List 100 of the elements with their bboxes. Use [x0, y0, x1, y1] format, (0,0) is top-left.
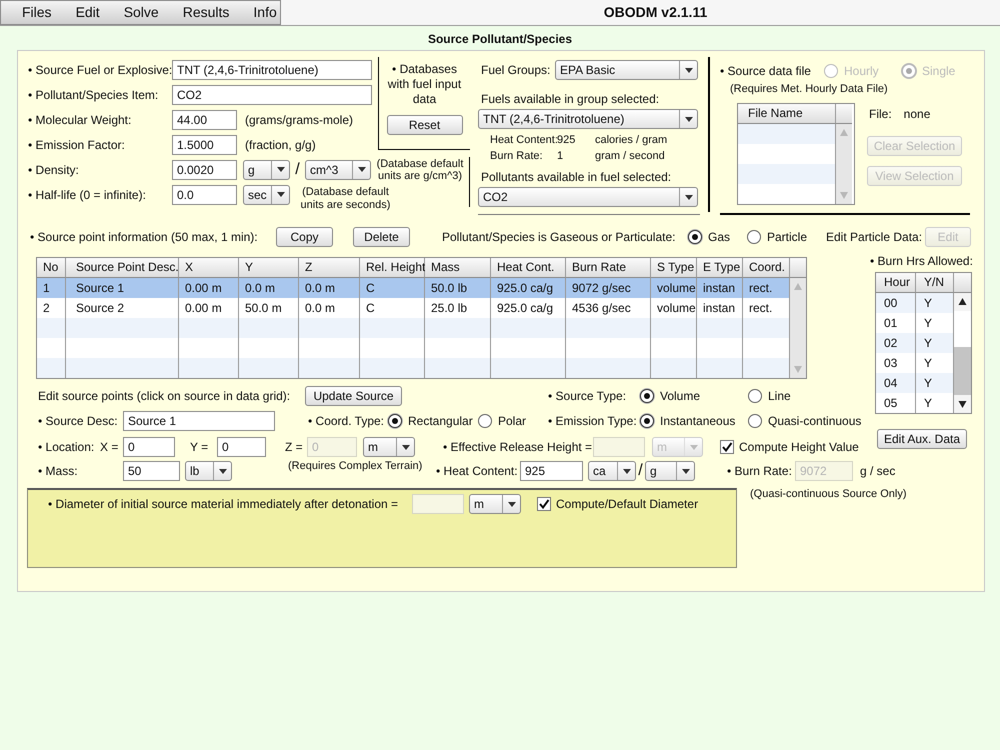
menu-item[interactable]: Solve	[124, 1, 159, 24]
field-label: Fuels available in group selected:	[480, 92, 660, 107]
dropdown[interactable]: TNT (2,4,6-Trinitrotoluene)	[478, 109, 698, 129]
column-header[interactable]: Mass	[425, 258, 491, 278]
info-value: 925	[557, 134, 576, 146]
hint-text: (Quasi-continuous Source Only)	[750, 488, 907, 500]
input-field[interactable]: Source 1	[123, 411, 275, 431]
scrollbar[interactable]	[954, 293, 971, 413]
radio-button[interactable]: Volume	[640, 389, 700, 403]
radio-button[interactable]: Particle	[747, 230, 808, 244]
menu-item[interactable]: Files	[22, 1, 52, 24]
table-row[interactable]: 1 Source 1 0.00 m 0.0 m 0.0 m C 50.0 lb 925.0 ca/g 9072 g/sec volume instan rect.	[37, 278, 790, 298]
table-row[interactable]: 00 Y	[876, 293, 954, 313]
caret-icon	[690, 444, 698, 450]
field-label: Z =	[285, 440, 304, 454]
slash-separator: /	[294, 160, 301, 178]
field-label: File:	[869, 107, 892, 121]
input-field[interactable]: 50	[123, 461, 180, 481]
column-header[interactable]: Hour	[876, 273, 916, 293]
column-header[interactable]: Y	[239, 258, 299, 278]
file-value: none	[904, 107, 930, 121]
caret-icon	[684, 68, 692, 72]
field-label: • Mass:	[38, 464, 79, 478]
input-field[interactable]: 1.5000	[172, 134, 237, 154]
button[interactable]: Edit Aux. Data	[877, 429, 967, 449]
radio-button[interactable]: Quasi-continuous	[748, 414, 862, 428]
radio-button[interactable]: Instantaneous	[640, 414, 736, 428]
field-label: • Heat Content:	[436, 464, 519, 478]
dropdown[interactable]: sec	[243, 184, 290, 204]
unit-note: (fraction, g/g)	[245, 138, 316, 152]
field-label: • Burn Rate:	[727, 464, 793, 478]
dropdown[interactable]: EPA Basic	[555, 60, 698, 80]
input-field[interactable]: 0	[123, 437, 175, 457]
units-note: (Database default units are g/cm^3)	[376, 158, 464, 182]
scrollbar[interactable]	[790, 278, 806, 378]
column-header[interactable]: Z	[299, 258, 360, 278]
column-header[interactable]: E Type	[697, 258, 743, 278]
dropdown[interactable]: g	[243, 160, 290, 180]
field-label: • Location:	[38, 440, 96, 454]
dropdown[interactable]: g	[645, 461, 695, 481]
field-label: • Effective Release Height =	[443, 440, 593, 454]
button[interactable]: Reset	[386, 115, 462, 135]
caret-icon	[682, 468, 690, 474]
radio-button[interactable]: Line	[748, 389, 791, 403]
button[interactable]: Copy	[276, 227, 333, 247]
field-label: • Molecular Weight:	[28, 112, 132, 126]
dropdown[interactable]: lb	[185, 461, 232, 481]
menu-item[interactable]: Info	[253, 1, 277, 24]
field-label: • Source data file	[720, 64, 812, 78]
column-header[interactable]: X	[179, 258, 239, 278]
input-field[interactable]: CO2	[172, 84, 372, 104]
caret-icon	[276, 192, 284, 197]
dropdown[interactable]: cm^3	[305, 160, 371, 180]
dropdown[interactable]: ca	[588, 461, 636, 481]
menu-item[interactable]: Edit	[76, 1, 100, 24]
dropdown[interactable]: m	[363, 437, 415, 457]
hint-text: (Requires Met. Hourly Data File)	[729, 82, 889, 96]
section-label: • Burn Hrs Allowed:	[870, 254, 973, 268]
scrollbar[interactable]	[836, 124, 852, 204]
radio-button[interactable]: Rectangular	[388, 414, 473, 428]
radio-button[interactable]: Gas	[688, 230, 730, 244]
column-header[interactable]: No	[37, 258, 66, 278]
caret-icon	[218, 468, 226, 474]
column-header[interactable]: File Name	[738, 104, 836, 124]
input-field[interactable]: 0.0	[172, 184, 237, 204]
info-unit: gram / second	[595, 150, 665, 162]
input-field[interactable]: 0.0020	[172, 160, 237, 180]
caret-icon	[508, 502, 516, 506]
column-header[interactable]: Heat Cont.	[491, 258, 566, 278]
caret-icon	[276, 167, 284, 172]
menu-item[interactable]: Results	[182, 1, 230, 24]
button[interactable]: Update Source	[305, 386, 402, 406]
info-unit: calories / gram	[595, 134, 668, 146]
table-row[interactable]: 02 Y	[876, 333, 954, 353]
input-field[interactable]: 925	[520, 461, 583, 481]
units-note: (Database default units are seconds)	[300, 186, 392, 212]
column-header[interactable]: Burn Rate	[566, 258, 651, 278]
button[interactable]: Delete	[353, 227, 410, 247]
input-field[interactable]: TNT (2,4,6-Trinitrotoluene)	[172, 60, 372, 80]
field-label: Edit Particle Data:	[826, 230, 924, 244]
page-title: Source Pollutant/Species	[426, 32, 574, 48]
column-header[interactable]: Y/N	[916, 273, 954, 293]
column-header[interactable]: Source Point Desc.	[66, 258, 179, 278]
field-label: • Diameter of initial source material immediately after detonation =	[48, 497, 400, 511]
dropdown[interactable]: CO2	[478, 187, 698, 207]
databases-text: • Databases with fuel input data	[386, 62, 462, 107]
field-label: • Source Desc:	[38, 414, 119, 428]
input-field[interactable]: 0	[217, 437, 266, 457]
radio-button[interactable]: Polar	[478, 414, 526, 428]
column-header[interactable]: S Type	[651, 258, 697, 278]
caret-icon	[622, 468, 630, 474]
field-label: • Half-life (0 = infinite):	[28, 188, 147, 202]
column-header[interactable]: Rel. Height	[360, 258, 425, 278]
field-label: • Emission Type:	[548, 414, 638, 428]
info-label: Heat Content:	[490, 134, 557, 146]
field-label: • Source Type:	[548, 389, 628, 403]
column-header[interactable]: Coord.	[743, 258, 790, 278]
table-row[interactable]: 04 Y	[876, 373, 954, 393]
input-field[interactable]: 44.00	[172, 110, 237, 130]
field-label: • Source Fuel or Explosive:	[28, 62, 172, 76]
